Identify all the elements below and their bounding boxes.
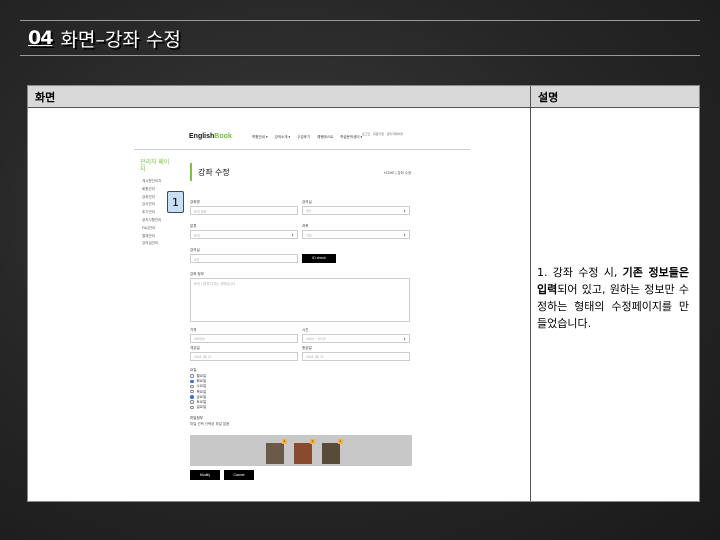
top-rule [20,20,700,21]
column-divider [530,86,531,501]
title-accent-bar [190,163,192,181]
nav-item[interactable]: 학습문의센터 ▾ [340,135,362,140]
day-checkbox [190,374,194,378]
day-checkbox [190,400,194,404]
sidebar-item[interactable]: FAQ관리 [142,225,161,233]
label-time: 시간 [302,328,309,332]
breadcrumb: HOME | 강좌 수정 [384,171,412,175]
nav-item[interactable]: 수강후기 [297,135,310,140]
sidebar-menu: 게시판관리자 회원관리 강좌관리 강사관리 후기관리 공지사항관리 FAQ관리 … [142,178,161,248]
label-end: 종강일 [302,346,312,350]
label-name: 강좌명 [190,200,200,204]
label-file: 파일첨부 [190,416,203,420]
cancel-button[interactable]: Cancel [224,470,254,480]
mock-header: EnglishBook 학원안내 ▾ 강의소개 ▾ 수강후기 예행테스트 학습문… [134,124,470,150]
sidebar-item[interactable]: 강의실관리 [142,240,161,248]
label-teacher: 과목 [302,224,309,228]
remove-icon[interactable]: x [310,439,315,444]
sidebar-item[interactable]: 강좌관리 [142,194,161,202]
day-option[interactable]: 일요일 [190,405,206,410]
spec-table: 화면 설명 1. 강좌 수정 시, 기존 정보들은 입력되어 있고, 원하는 정… [27,85,700,502]
name-input[interactable]: 토익 공략 [190,206,298,215]
slide-number: 04 [28,27,53,49]
page-heading: 강좌 수정 [198,168,230,177]
sidebar-item[interactable]: 공지사항관리 [142,217,161,225]
thumbnail-image: x [266,439,287,464]
screen-mockup: EnglishBook 학원안내 ▾ 강의소개 ▾ 수강후기 예행테스트 학습문… [134,124,470,484]
label-category: 분류 [190,224,197,228]
description-text: 1. 강좌 수정 시, 기존 정보들은 입력되어 있고, 원하는 정보만 수정하… [537,266,689,330]
site-logo[interactable]: EnglishBook [189,133,232,140]
nav-item[interactable]: 예행테스트 [317,135,333,140]
header-description: 설명 [538,91,559,104]
main-nav: 학원안내 ▾ 강의소개 ▾ 수강후기 예행테스트 학습문의센터 ▾ [252,135,362,140]
day-checkbox [190,389,194,394]
callout-badge: 1 [167,191,184,213]
start-date-input[interactable]: 2018. 08. 01 [190,352,298,361]
nav-item[interactable]: 학원안내 ▾ [252,135,268,140]
label-room: 강의실 [190,248,200,252]
sidebar-item[interactable]: 회원관리 [142,186,161,194]
table-header: 화면 설명 [28,86,699,108]
util-links[interactable]: 로그인 · 회원가입 · 관리자페이지 [362,132,403,136]
label-desc: 강좌 정보 [190,272,204,276]
remove-icon[interactable]: x [338,439,343,444]
slide-title: 04 화면–강좌 수정 [28,24,181,52]
sidebar-item[interactable]: 게시판관리자 [142,178,161,186]
bottom-rule [20,55,700,56]
day-checkbox [190,379,194,384]
sidebar-item[interactable]: 후기관리 [142,209,161,217]
sidebar-title: 관리자 페이지 [140,160,170,173]
day-checkbox [190,384,194,389]
thumbnail-image: x [294,439,315,464]
label-start: 개강일 [190,346,200,350]
room-input[interactable]: A관 [190,254,298,263]
modify-button[interactable]: Modify [190,470,220,480]
day-checkbox [190,395,194,399]
header-screen: 화면 [35,91,56,104]
nav-item[interactable]: 강의소개 ▾ [275,135,291,140]
time-select[interactable]: 18:00 ~ 20:00 ⬍ [302,334,410,343]
end-date-input[interactable]: 2018. 08. 31 [302,352,410,361]
label-days: 요일 [190,368,197,372]
day-checkboxes: 월요일 화요일 수요일 목요일 금요일 토요일 일요일 [190,374,206,410]
slide-title-text: 화면–강좌 수정 [60,28,181,51]
teacher-select[interactable]: 기초 ⬍ [302,230,410,239]
thumbnail-image: x [322,439,343,464]
label-level: 강의실 [302,200,312,204]
category-select[interactable]: 토익 ⬍ [190,230,298,239]
desc-textarea[interactable]: 토익 기초를 다지는 강좌입니다. [190,278,410,322]
id-check-button[interactable]: ID check [302,254,336,263]
sidebar-item[interactable]: 결제관리 [142,233,161,241]
level-select[interactable]: 301 ⬍ [302,206,410,215]
price-input[interactable]: 300000 [190,334,298,343]
remove-icon[interactable]: x [282,439,287,444]
file-picker[interactable]: 파일 선택 선택된 파일 없음 [190,422,229,427]
label-price: 가격 [190,328,197,332]
sidebar-item[interactable]: 강사관리 [142,201,161,209]
image-strip: x x x [190,435,412,466]
day-checkbox [190,405,194,410]
